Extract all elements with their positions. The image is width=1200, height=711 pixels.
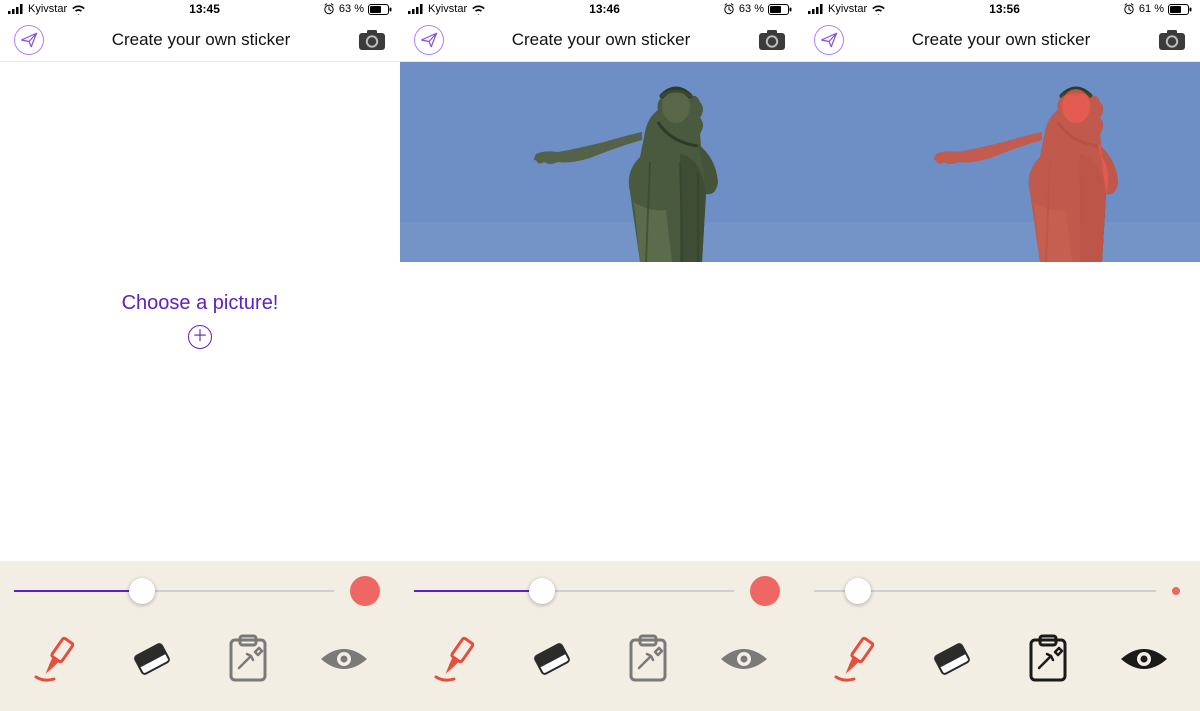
wifi-icon [71,4,86,15]
camera-button[interactable] [358,29,386,51]
battery-label: 61 % [1139,3,1164,15]
add-picture-button[interactable]: ＋ [188,325,212,349]
camera-button[interactable] [1158,29,1186,51]
page-title: Create your own sticker [112,30,291,50]
marker-tool-button[interactable] [426,629,486,689]
battery-icon [1168,4,1192,15]
eraser-tool-button[interactable] [922,629,982,689]
clear-clipboard-button[interactable] [1018,629,1078,689]
signal-icon [408,4,424,14]
clear-clipboard-button[interactable] [618,629,678,689]
brush-size-slider[interactable] [814,578,1156,604]
preview-eye-button[interactable] [1114,629,1174,689]
eraser-tool-button[interactable] [522,629,582,689]
clock-label: 13:45 [189,2,220,16]
clock-label: 13:56 [989,2,1020,16]
bottom-toolbar [400,561,800,711]
send-button[interactable] [814,25,844,55]
phone-screen: Kyivstar 13:56 61 % Create your own sticker [800,0,1200,711]
alarm-icon [1123,3,1135,15]
phone-screen: Kyivstar 13:45 63 % Create your own sticker… [0,0,400,711]
canvas-area[interactable] [800,62,1200,561]
battery-icon [768,4,792,15]
status-bar: Kyivstar 13:46 63 % [400,0,800,18]
battery-label: 63 % [339,3,364,15]
eraser-tool-button[interactable] [122,629,182,689]
brush-size-slider[interactable] [14,578,334,604]
canvas-area[interactable]: Choose a picture! ＋ [0,62,400,561]
brush-size-slider[interactable] [414,578,734,604]
page-title: Create your own sticker [512,30,691,50]
wifi-icon [471,4,486,15]
clear-clipboard-button[interactable] [218,629,278,689]
status-bar: Kyivstar 13:45 63 % [0,0,400,18]
preview-eye-button[interactable] [314,629,374,689]
brush-preview-dot [350,576,380,606]
brush-preview-dot [750,576,780,606]
alarm-icon [323,3,335,15]
wifi-icon [871,4,886,15]
send-button[interactable] [414,25,444,55]
nav-bar: Create your own sticker [0,18,400,62]
marker-tool-button[interactable] [826,629,886,689]
alarm-icon [723,3,735,15]
bottom-toolbar [0,561,400,711]
send-button[interactable] [14,25,44,55]
signal-icon [808,4,824,14]
camera-button[interactable] [758,29,786,51]
battery-label: 63 % [739,3,764,15]
clock-label: 13:46 [589,2,620,16]
signal-icon [8,4,24,14]
battery-icon [368,4,392,15]
page-title: Create your own sticker [912,30,1091,50]
loaded-image[interactable] [800,62,1200,262]
carrier-label: Kyivstar [428,3,467,15]
marker-tool-button[interactable] [26,629,86,689]
status-bar: Kyivstar 13:56 61 % [800,0,1200,18]
nav-bar: Create your own sticker [400,18,800,62]
canvas-area[interactable] [400,62,800,561]
plus-icon: ＋ [192,329,208,345]
carrier-label: Kyivstar [828,3,867,15]
phone-screen: Kyivstar 13:46 63 % Create your own sticker [400,0,800,711]
nav-bar: Create your own sticker [800,18,1200,62]
preview-eye-button[interactable] [714,629,774,689]
bottom-toolbar [800,561,1200,711]
brush-preview-dot [1172,587,1180,595]
choose-picture-label: Choose a picture! [0,292,400,315]
loaded-image[interactable] [400,62,800,262]
carrier-label: Kyivstar [28,3,67,15]
